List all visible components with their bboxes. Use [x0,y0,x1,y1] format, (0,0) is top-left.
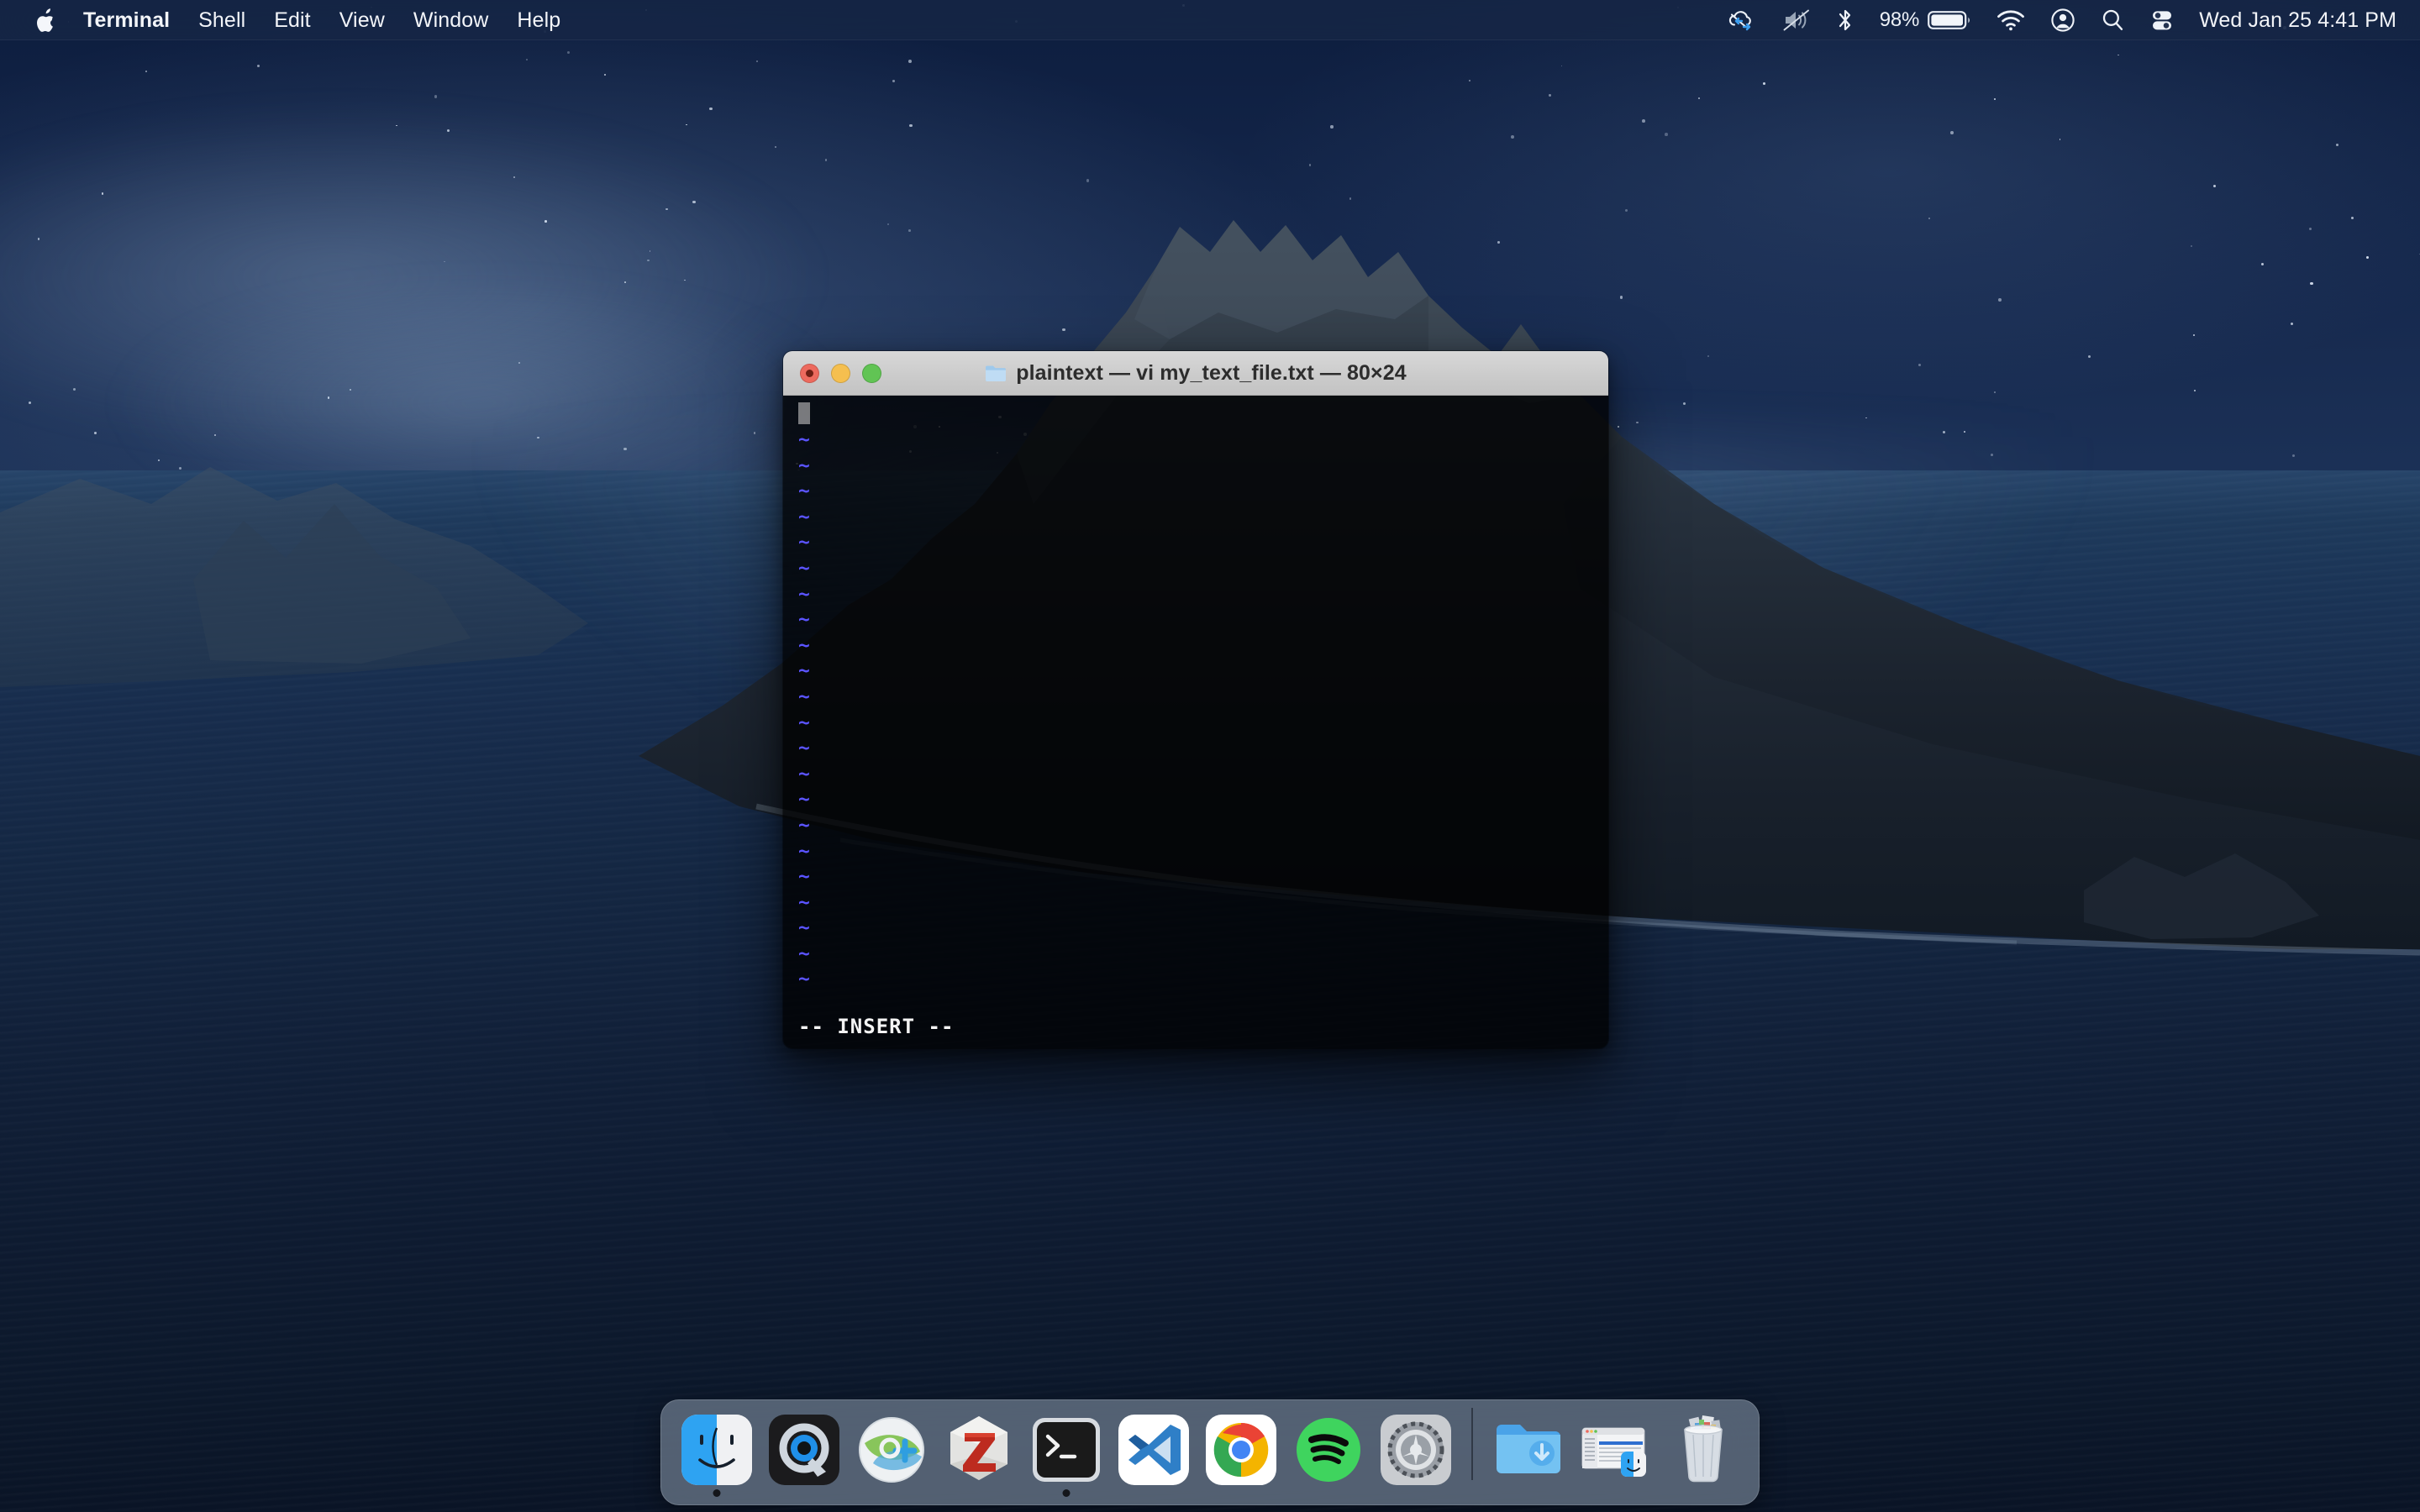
control-center-status-item[interactable] [2137,0,2187,40]
spotlight-search-icon [2103,9,2123,30]
terminal-window[interactable]: plaintext — vi my_text_file.txt — 80×24 … [783,351,1608,1048]
vi-tilde-line: ~ [798,789,810,811]
menu-bar-clock[interactable]: Wed Jan 25 4:41 PM [2187,8,2396,33]
vi-tilde-line: ~ [798,454,810,477]
running-indicator [1062,1489,1071,1497]
vi-tilde-line: ~ [798,763,810,785]
user-account-icon [2051,8,2075,32]
zotero-icon [950,1416,1007,1480]
wifi-status-item[interactable] [1984,0,2038,40]
battery-percent-label: 98% [1879,8,1920,31]
dock-item-terminal[interactable] [1023,1400,1110,1504]
vi-mode-status: -- INSERT -- [798,1015,955,1038]
menu-item-window[interactable]: Window [399,0,503,40]
dock-item-chrome[interactable] [1197,1400,1285,1504]
dock-item-zotero[interactable] [935,1400,1023,1504]
running-indicator [713,1489,721,1497]
dock [660,1399,1760,1505]
terminal-content-area[interactable]: ~ ~ ~ ~ ~ ~ ~ ~ ~ ~ ~ ~ ~ ~ ~ ~ ~ ~ ~ ~ ~ ~ -- INSERT -- [783,396,1608,1048]
spotlight-status-item[interactable] [2088,0,2137,40]
bluetooth-icon [1839,9,1850,31]
menu-item-terminal[interactable]: Terminal [69,0,184,40]
vi-buffer: ~ ~ ~ ~ ~ ~ ~ ~ ~ ~ ~ ~ ~ ~ ~ ~ ~ ~ ~ ~ ~ ~ [798,402,810,993]
finder-icon [681,1415,752,1485]
vi-tilde-line: ~ [798,738,810,760]
dock-item-finder[interactable] [673,1400,760,1504]
folder-icon [986,365,1007,381]
dock-item-downloads[interactable] [1485,1400,1572,1504]
battery-status-item[interactable]: 98% [1867,0,1984,40]
battery-icon [1928,11,1970,29]
dock-apps [673,1400,1460,1504]
downloads-folder-icon [1497,1425,1560,1473]
terminal-icon [1033,1418,1100,1482]
vi-tilde-line: ~ [798,557,810,580]
terminal-title-group: plaintext — vi my_text_file.txt — 80×24 [783,351,1608,395]
vi-tilde-line: ~ [798,480,810,503]
vi-tilde-line: ~ [798,532,810,554]
menu-bar-status-area: 98% Wed Jan 25 4:41 PM [1712,0,2420,40]
vi-tilde-line: ~ [798,506,810,528]
menu-item-view[interactable]: View [325,0,399,40]
dock-separator [1471,1408,1473,1480]
terminal-title-bar[interactable]: plaintext — vi my_text_file.txt — 80×24 [783,351,1608,396]
window-controls [783,363,881,383]
dock-item-quicktime[interactable] [760,1400,848,1504]
desktop-screen: Terminal Shell Edit View Window Help 98%… [0,0,2420,1512]
vi-tilde-line: ~ [798,685,810,708]
finder-window-stack-icon [1581,1427,1646,1477]
vscode-icon [1118,1415,1189,1485]
xcode-icon [859,1417,924,1483]
terminal-title-label: plaintext — vi my_text_file.txt — 80×24 [1016,360,1407,385]
dock-item-system-preferences[interactable] [1372,1400,1460,1504]
quicktime-icon [769,1415,839,1485]
dock-item-trash[interactable] [1660,1400,1747,1504]
wifi-icon [1997,10,2025,31]
vi-tilde-line: ~ [798,634,810,657]
minimize-button[interactable] [831,363,850,383]
vi-tilde-line: ~ [798,429,810,451]
vi-tilde-line: ~ [798,891,810,914]
vi-tilde-line: ~ [798,660,810,683]
vi-tilde-line: ~ [798,814,810,837]
volume-status-item[interactable] [1770,0,1823,40]
vi-tilde-line: ~ [798,942,810,965]
zoom-button[interactable] [862,363,881,383]
bluetooth-status-item[interactable] [1823,0,1867,40]
vi-tilde-line: ~ [798,840,810,863]
volume-muted-icon [1783,9,1809,31]
close-glyph [806,369,813,377]
vi-cursor [798,402,810,424]
vi-tilde-line: ~ [798,609,810,632]
vi-tilde-line: ~ [798,969,810,991]
dock-item-finder-window[interactable] [1572,1400,1660,1504]
menu-bar: Terminal Shell Edit View Window Help 98%… [0,0,2420,40]
control-center-icon [2153,11,2172,30]
menu-item-help[interactable]: Help [502,0,575,40]
apple-menu-button[interactable] [22,0,69,40]
system-preferences-icon [1381,1415,1451,1485]
vi-tilde-line: ~ [798,583,810,606]
dock-item-vscode[interactable] [1110,1400,1197,1504]
dock-item-spotify[interactable] [1285,1400,1372,1504]
dock-item-xcode[interactable] [848,1400,935,1504]
menu-item-shell[interactable]: Shell [184,0,260,40]
vi-tilde-line: ~ [798,711,810,734]
menu-bar-left: Terminal Shell Edit View Window Help [0,0,575,40]
chrome-icon [1206,1415,1276,1485]
cloud-sync-status-item[interactable] [1712,0,1770,40]
close-button[interactable] [800,363,819,383]
user-account-status-item[interactable] [2038,0,2088,40]
cloud-sync-icon [1728,11,1751,31]
trash-full-icon [1684,1415,1723,1483]
apple-logo-icon [37,8,53,32]
menu-item-edit[interactable]: Edit [260,0,324,40]
vi-tilde-line: ~ [798,917,810,940]
dock-folders [1485,1400,1747,1504]
spotify-icon [1297,1418,1360,1482]
vi-tilde-line: ~ [798,866,810,889]
